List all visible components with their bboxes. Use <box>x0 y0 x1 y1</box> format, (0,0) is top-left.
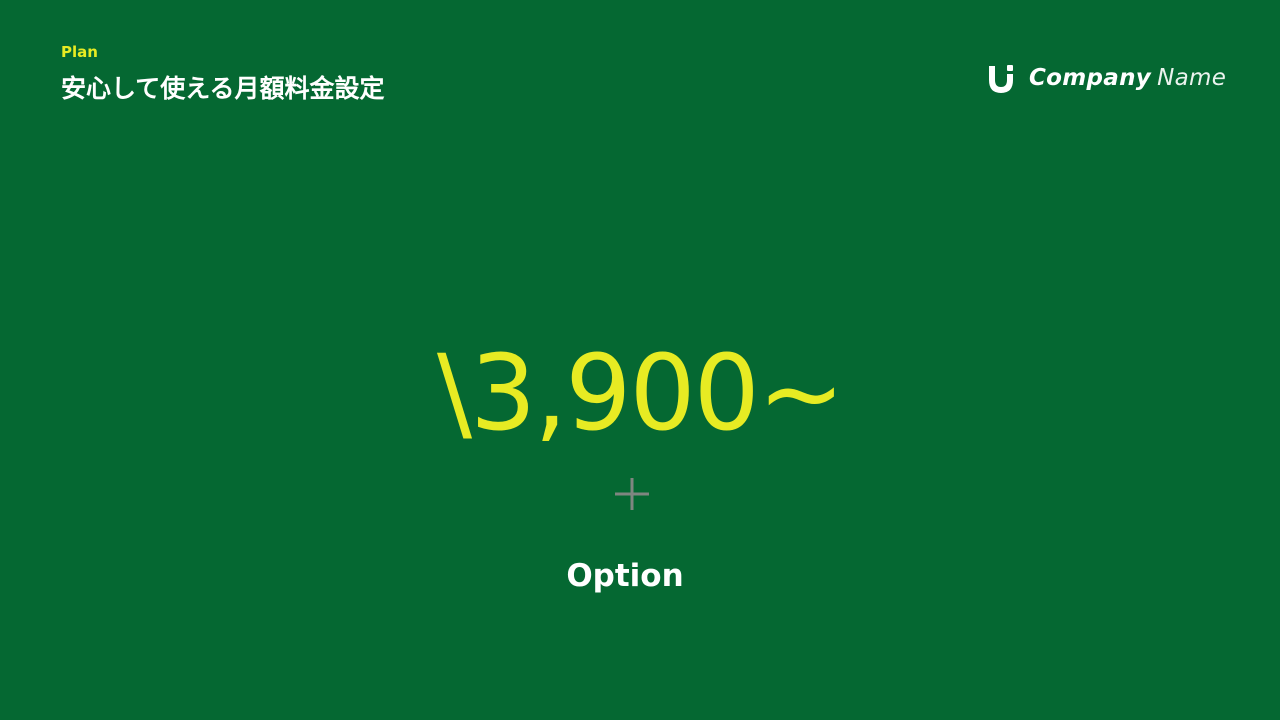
slide-title: 安心して使える月額料金設定 <box>61 74 385 103</box>
company-logo: Company Name <box>987 62 1226 94</box>
plus-icon <box>615 478 649 510</box>
option-label: Option <box>566 558 684 594</box>
company-logo-icon <box>989 65 1013 93</box>
company-name: Company Name <box>1029 63 1226 93</box>
monthly-price: \3,900~ <box>437 332 845 454</box>
section-label: Plan <box>61 43 98 61</box>
slide: Plan 安心して使える月額料金設定 Company Name \3,900~ O… <box>0 0 1280 720</box>
company-name-light: Name <box>1157 65 1227 91</box>
company-name-bold: Company <box>1029 65 1152 91</box>
